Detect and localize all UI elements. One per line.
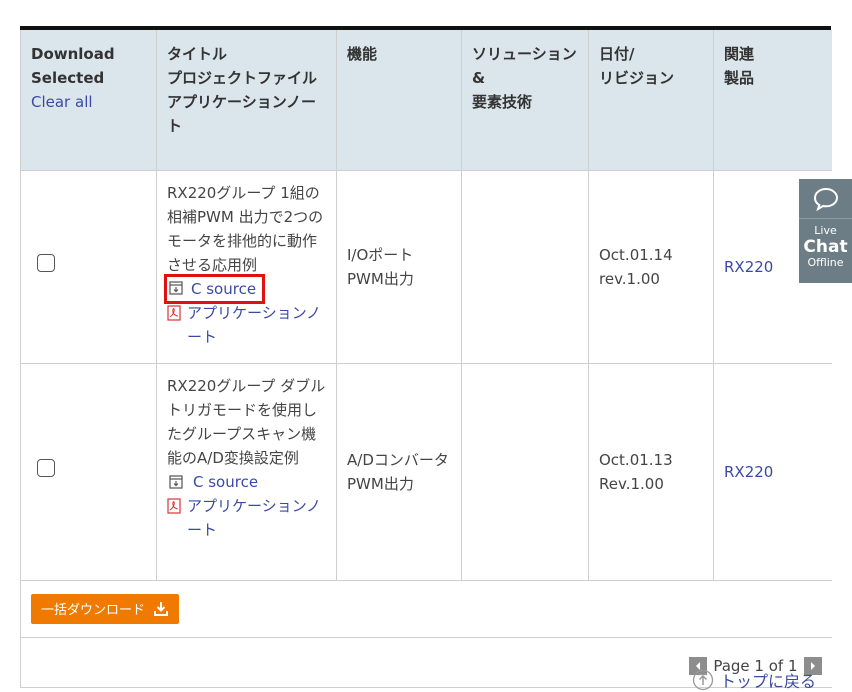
app-note-row: アプリケーションノート xyxy=(167,494,326,542)
c-source-row: C source xyxy=(167,470,326,494)
app-note-link[interactable]: アプリケーションノート xyxy=(187,494,326,542)
table-row: RX220グループ ダブルトリガモードを使用したグループスキャン機能のA/D変換… xyxy=(20,363,832,581)
c-source-highlight[interactable]: C source xyxy=(163,273,266,304)
header-title-line3: アプリケーションノート xyxy=(167,93,316,135)
header-title-line2: プロジェクトファイル xyxy=(167,69,318,87)
document-table: Download Selected Clear all タイトル プロジェクトフ… xyxy=(20,30,832,688)
bulk-download-row: 一括ダウンロード xyxy=(20,580,832,638)
row-select-cell xyxy=(20,363,157,581)
download-file-icon xyxy=(169,280,183,295)
bulk-download-cell: 一括ダウンロード xyxy=(20,580,832,638)
row-product-cell: RX220 xyxy=(713,363,832,581)
row-function-2: PWM出力 xyxy=(347,474,414,493)
pdf-icon xyxy=(167,304,181,321)
c-source-link[interactable]: C source xyxy=(191,277,256,301)
app-note-link[interactable]: アプリケーションノート xyxy=(187,301,326,349)
back-to-top-label: トップに戻る xyxy=(720,672,817,691)
app-note-row: アプリケーションノート xyxy=(167,301,326,349)
row-date: Oct.01.14 xyxy=(599,245,673,264)
row-title: RX220グループ 1組の相補PWM 出力で2つのモータを排他的に動作させる応用… xyxy=(167,183,324,274)
c-source-link[interactable]: C source xyxy=(193,470,258,494)
product-link[interactable]: RX220 xyxy=(724,258,773,276)
header-related-product: 関連 製品 xyxy=(713,30,832,171)
row-select-cell xyxy=(20,170,157,364)
header-date: 日付/ リビジョン xyxy=(588,30,714,171)
back-to-top-link[interactable]: トップに戻る xyxy=(692,668,816,692)
clear-all-link[interactable]: Clear all xyxy=(31,90,146,114)
header-download-label: Download Selected xyxy=(31,45,115,87)
download-icon xyxy=(154,601,169,616)
live-chat-status: Offline xyxy=(807,256,844,269)
header-solution-line1: ソリューション& xyxy=(472,45,577,87)
header-solution-line2: 要素技術 xyxy=(472,93,533,111)
row-checkbox[interactable] xyxy=(37,459,55,477)
live-chat-line2: Chat xyxy=(803,237,848,257)
header-download-selected: Download Selected Clear all xyxy=(20,30,157,171)
header-related-line1: 関連 xyxy=(724,45,755,63)
row-title-cell: RX220グループ 1組の相補PWM 出力で2つのモータを排他的に動作させる応用… xyxy=(156,170,337,364)
pdf-icon xyxy=(167,497,181,514)
chat-bubble-icon xyxy=(813,187,838,211)
row-function-cell: A/Dコンバータ PWM出力 xyxy=(336,363,462,581)
row-function-1: I/Oポート xyxy=(347,245,414,264)
header-title-line1: タイトル xyxy=(167,45,228,63)
live-chat-line1: Live xyxy=(814,224,837,237)
bulk-download-label: 一括ダウンロード xyxy=(41,603,146,618)
row-revision: rev.1.00 xyxy=(599,269,660,288)
header-related-line2: 製品 xyxy=(724,69,755,87)
header-date-line2: リビジョン xyxy=(599,69,675,87)
header-function-label: 機能 xyxy=(347,45,378,63)
row-date-cell: Oct.01.14 rev.1.00 xyxy=(588,170,714,364)
document-table-container: Download Selected Clear all タイトル プロジェクトフ… xyxy=(20,26,832,688)
c-source-row: C source xyxy=(163,273,326,304)
row-date: Oct.01.13 xyxy=(599,450,673,469)
row-date-cell: Oct.01.13 Rev.1.00 xyxy=(588,363,714,581)
header-date-line1: 日付/ xyxy=(599,45,635,63)
live-chat-widget[interactable]: Live Chat Offline xyxy=(799,179,852,283)
download-file-icon xyxy=(169,474,183,489)
row-function-2: PWM出力 xyxy=(347,269,414,288)
row-function-cell: I/Oポート PWM出力 xyxy=(336,170,462,364)
row-checkbox[interactable] xyxy=(37,254,55,272)
product-link[interactable]: RX220 xyxy=(724,463,773,481)
header-function: 機能 xyxy=(336,30,462,171)
row-function-1: A/Dコンバータ xyxy=(347,450,449,469)
header-solution: ソリューション& 要素技術 xyxy=(461,30,589,171)
row-solution-cell xyxy=(461,363,589,581)
chat-bubble-container xyxy=(799,179,852,219)
row-title-cell: RX220グループ ダブルトリガモードを使用したグループスキャン機能のA/D変換… xyxy=(156,363,337,581)
table-row: RX220グループ 1組の相補PWM 出力で2つのモータを排他的に動作させる応用… xyxy=(20,170,832,364)
row-solution-cell xyxy=(461,170,589,364)
row-revision: Rev.1.00 xyxy=(599,474,664,493)
bulk-download-button[interactable]: 一括ダウンロード xyxy=(31,593,180,624)
table-header-row: Download Selected Clear all タイトル プロジェクトフ… xyxy=(20,30,832,171)
row-title: RX220グループ ダブルトリガモードを使用したグループスキャン機能のA/D変換… xyxy=(167,376,326,467)
header-title: タイトル プロジェクトファイル アプリケーションノート xyxy=(156,30,337,171)
